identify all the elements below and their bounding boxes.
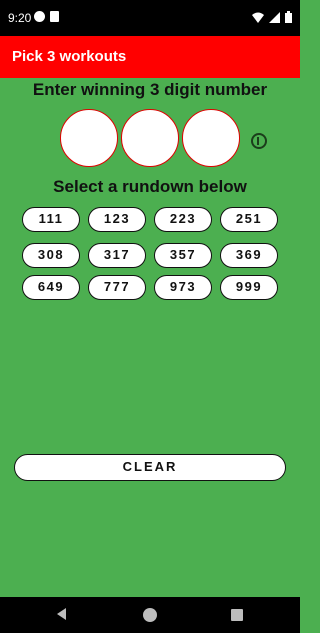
status-left-icons	[34, 11, 59, 22]
app-title: Pick 3 workouts	[12, 48, 127, 65]
select-rundown-label: Select a rundown below	[53, 177, 247, 196]
status-bar: 9:20	[0, 0, 300, 36]
enter-number-prompt: Enter winning 3 digit number	[32, 80, 268, 99]
back-icon[interactable]	[57, 608, 66, 620]
rundown-button[interactable]: 308	[22, 243, 80, 268]
rundown-button[interactable]: 317	[88, 243, 146, 268]
app-bar: Pick 3 workouts	[0, 36, 300, 78]
battery-icon	[285, 11, 292, 23]
rundown-button[interactable]: 223	[154, 207, 212, 232]
status-time: 9:20	[8, 11, 32, 25]
digit-input-2[interactable]	[121, 109, 179, 167]
sim-card-icon	[50, 11, 59, 22]
clear-button[interactable]: CLEAR	[14, 454, 286, 481]
home-icon[interactable]	[143, 608, 157, 622]
rundown-button[interactable]: 251	[220, 207, 278, 232]
rundown-button[interactable]: 973	[154, 275, 212, 300]
rundown-button[interactable]: 999	[220, 275, 278, 300]
signal-icon	[269, 11, 280, 23]
rundown-button[interactable]: 111	[22, 207, 80, 232]
system-nav-bar	[0, 597, 300, 633]
digit-input-1[interactable]	[60, 109, 118, 167]
rundown-button[interactable]: 369	[220, 243, 278, 268]
digit-input-3[interactable]	[182, 109, 240, 167]
status-right-icons	[252, 11, 292, 23]
info-icon[interactable]	[251, 133, 267, 149]
wifi-icon	[252, 12, 264, 23]
rundown-button[interactable]: 777	[88, 275, 146, 300]
rundown-button[interactable]: 357	[154, 243, 212, 268]
rundown-button[interactable]: 123	[88, 207, 146, 232]
notification-circle-icon	[34, 11, 45, 22]
rundown-button[interactable]: 649	[22, 275, 80, 300]
recents-icon[interactable]	[231, 609, 243, 621]
